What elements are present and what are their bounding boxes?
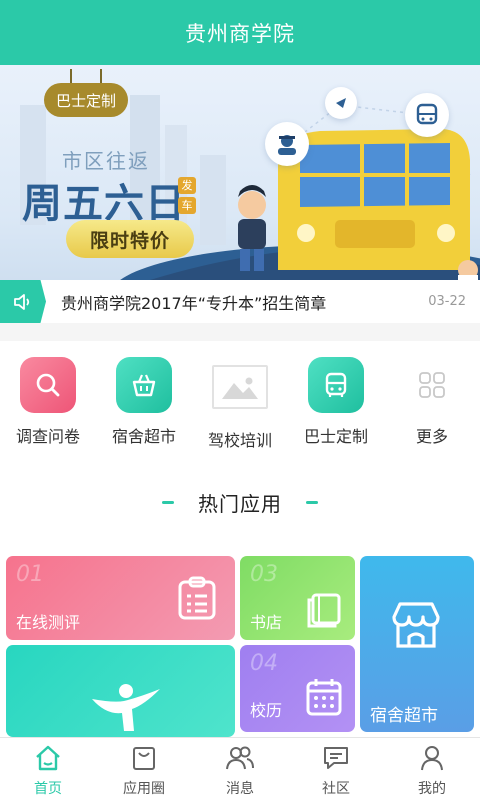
bottom-tab-bar: 首页 应用圈 消息 社区 我的 (0, 737, 480, 801)
quick-item-more[interactable]: 更多 (384, 357, 480, 447)
bus-custom-tag: 巴士定制 (44, 69, 128, 117)
dancer-icon (92, 684, 160, 731)
grid-icon (404, 357, 460, 413)
card-number: 03 (250, 562, 278, 587)
tab-community[interactable]: 社区 (288, 744, 384, 798)
quick-item-dorm-market[interactable]: 宿舍超市 (96, 357, 192, 447)
home-icon (0, 744, 96, 772)
banner-badge: 发 车 (178, 177, 196, 217)
bus-bubble-icon (405, 93, 449, 137)
tab-app-circle[interactable]: 应用圈 (96, 744, 192, 798)
calendar-icon (306, 679, 342, 716)
hot-app-dance[interactable] (6, 645, 235, 737)
bus-icon (308, 357, 364, 413)
speaker-icon (0, 280, 46, 323)
user-icon (384, 744, 480, 772)
driver-bubble-icon (265, 122, 309, 166)
search-icon (20, 357, 76, 413)
quick-item-label: 更多 (415, 427, 448, 446)
quick-item-label: 宿舍超市 (111, 427, 176, 446)
chat-icon (288, 744, 384, 772)
notice-bar[interactable]: 贵州商学院2017年“专升本”招生简章 03-22 (0, 280, 480, 324)
notice-text[interactable]: 贵州商学院2017年“专升本”招生简章 (61, 290, 428, 314)
title-bar: 贵州商学院 (0, 0, 480, 65)
card-number: 04 (250, 651, 278, 676)
quick-item-driving-school[interactable]: 驾校培训 (192, 357, 288, 451)
banner-badge-char: 车 (178, 197, 196, 214)
tab-messages[interactable]: 消息 (192, 744, 288, 798)
card-label: 校历 (250, 701, 283, 720)
quick-item-survey[interactable]: 调查问卷 (0, 357, 96, 447)
tab-label: 首页 (34, 781, 62, 797)
hot-app-calendar[interactable]: 04 校历 (240, 645, 355, 732)
shop-icon (392, 602, 440, 648)
tab-mine[interactable]: 我的 (384, 744, 480, 798)
card-label: 在线测评 (16, 613, 81, 632)
people-icon (192, 744, 288, 772)
quick-item-bus-custom[interactable]: 巴士定制 (288, 357, 384, 447)
hot-app-bookstore[interactable]: 03 书店 (240, 556, 355, 640)
tab-label: 我的 (418, 781, 446, 797)
section-divider (0, 323, 480, 341)
tab-label: 应用圈 (123, 781, 165, 797)
banner-badge-char: 发 (178, 177, 196, 194)
promo-button: 限时特价 (66, 220, 194, 258)
quick-item-label: 驾校培训 (207, 431, 272, 450)
quick-item-label: 巴士定制 (303, 427, 368, 446)
tab-home[interactable]: 首页 (0, 744, 96, 798)
hot-app-online-test[interactable]: 01 在线测评 (6, 556, 235, 640)
hot-apps-heading: 热门应用 (0, 482, 480, 522)
hot-app-dorm-market[interactable]: 宿舍超市 (360, 556, 474, 732)
quick-entry-grid: 调查问卷 宿舍超市 驾校培训 巴士定制 更多 (0, 341, 480, 461)
tab-label: 社区 (322, 781, 350, 797)
card-label: 宿舍超市 (370, 706, 438, 726)
page-title: 贵州商学院 (185, 21, 295, 46)
promo-banner[interactable]: 巴士定制 市区往返 周五六日 发 车 限时特价 (0, 65, 480, 280)
notice-date: 03-22 (428, 294, 466, 309)
hot-apps-title: 热门应用 (198, 491, 282, 516)
tab-label: 消息 (226, 781, 254, 797)
card-label: 书店 (250, 613, 283, 632)
heading-dash (162, 500, 174, 504)
banner-subtitle: 市区往返 (62, 149, 150, 173)
heading-dash (306, 500, 318, 504)
card-number: 01 (16, 562, 44, 587)
quick-item-label: 调查问卷 (15, 427, 80, 446)
bag-icon (96, 744, 192, 772)
image-placeholder-icon (212, 365, 268, 409)
book-icon (307, 593, 341, 628)
small-bubble-icon (325, 87, 357, 119)
clipboard-icon (178, 576, 216, 620)
basket-icon (116, 357, 172, 413)
